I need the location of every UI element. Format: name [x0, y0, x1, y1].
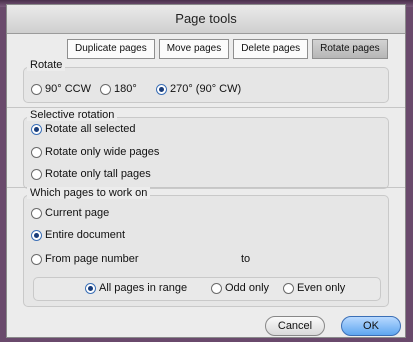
- radio-selected-icon: [156, 83, 167, 95]
- rotate-all-selected-label: Rotate all selected: [45, 123, 136, 135]
- radio-selected-icon: [85, 282, 96, 294]
- rotate-tall-pages-radio[interactable]: Rotate only tall pages: [31, 168, 151, 180]
- dialog-title: Page tools: [7, 5, 405, 34]
- entire-document-label: Entire document: [45, 229, 126, 241]
- rotate-180-label: 180°: [114, 83, 137, 95]
- tab-bar: Duplicate pages Move pages Delete pages …: [67, 39, 388, 59]
- page-tools-dialog: Page tools Duplicate pages Move pages De…: [6, 4, 406, 338]
- divider: [7, 107, 405, 108]
- tab-duplicate-pages[interactable]: Duplicate pages: [67, 39, 155, 59]
- from-page-number-label: From page number: [45, 253, 139, 265]
- odd-only-radio[interactable]: Odd only: [211, 282, 269, 294]
- to-label: to: [241, 253, 250, 265]
- rotate-tall-pages-label: Rotate only tall pages: [45, 168, 151, 180]
- radio-selected-icon: [31, 123, 42, 135]
- selective-rotation-label: Selective rotation: [27, 109, 118, 121]
- even-only-label: Even only: [297, 282, 346, 294]
- radio-icon: [31, 253, 42, 265]
- rotate-90ccw-radio[interactable]: 90° CCW: [31, 83, 91, 95]
- rotate-wide-pages-label: Rotate only wide pages: [45, 146, 160, 158]
- radio-selected-icon: [31, 229, 42, 241]
- tab-move-pages[interactable]: Move pages: [158, 39, 230, 59]
- radio-icon: [31, 207, 42, 219]
- to-text: to: [241, 253, 251, 265]
- rotate-270-label: 270° (90° CW): [170, 83, 242, 95]
- rotate-90ccw-label: 90° CCW: [45, 83, 91, 95]
- radio-icon: [100, 83, 111, 95]
- rotate-270-radio[interactable]: 270° (90° CW): [156, 83, 241, 95]
- tab-delete-pages[interactable]: Delete pages: [233, 39, 309, 59]
- rotate-group-label: Rotate: [27, 59, 66, 71]
- cancel-button[interactable]: Cancel: [265, 316, 325, 336]
- radio-icon: [31, 146, 42, 158]
- radio-icon: [31, 83, 42, 95]
- radio-icon: [31, 168, 42, 180]
- even-only-radio[interactable]: Even only: [283, 282, 345, 294]
- current-page-label: Current page: [45, 207, 110, 219]
- radio-icon: [211, 282, 222, 294]
- from-page-number-radio[interactable]: From page number: [31, 253, 139, 265]
- all-pages-in-range-radio[interactable]: All pages in range: [85, 282, 187, 294]
- odd-only-label: Odd only: [225, 282, 270, 294]
- current-page-radio[interactable]: Current page: [31, 207, 109, 219]
- entire-document-radio[interactable]: Entire document: [31, 229, 125, 241]
- tab-rotate-pages[interactable]: Rotate pages: [312, 39, 388, 59]
- which-pages-label: Which pages to work on: [27, 187, 151, 199]
- all-pages-in-range-label: All pages in range: [99, 282, 188, 294]
- rotate-all-selected-radio[interactable]: Rotate all selected: [31, 123, 136, 135]
- rotate-wide-pages-radio[interactable]: Rotate only wide pages: [31, 146, 159, 158]
- rotate-180-radio[interactable]: 180°: [100, 83, 137, 95]
- ok-button[interactable]: OK: [341, 316, 401, 336]
- radio-icon: [283, 282, 294, 294]
